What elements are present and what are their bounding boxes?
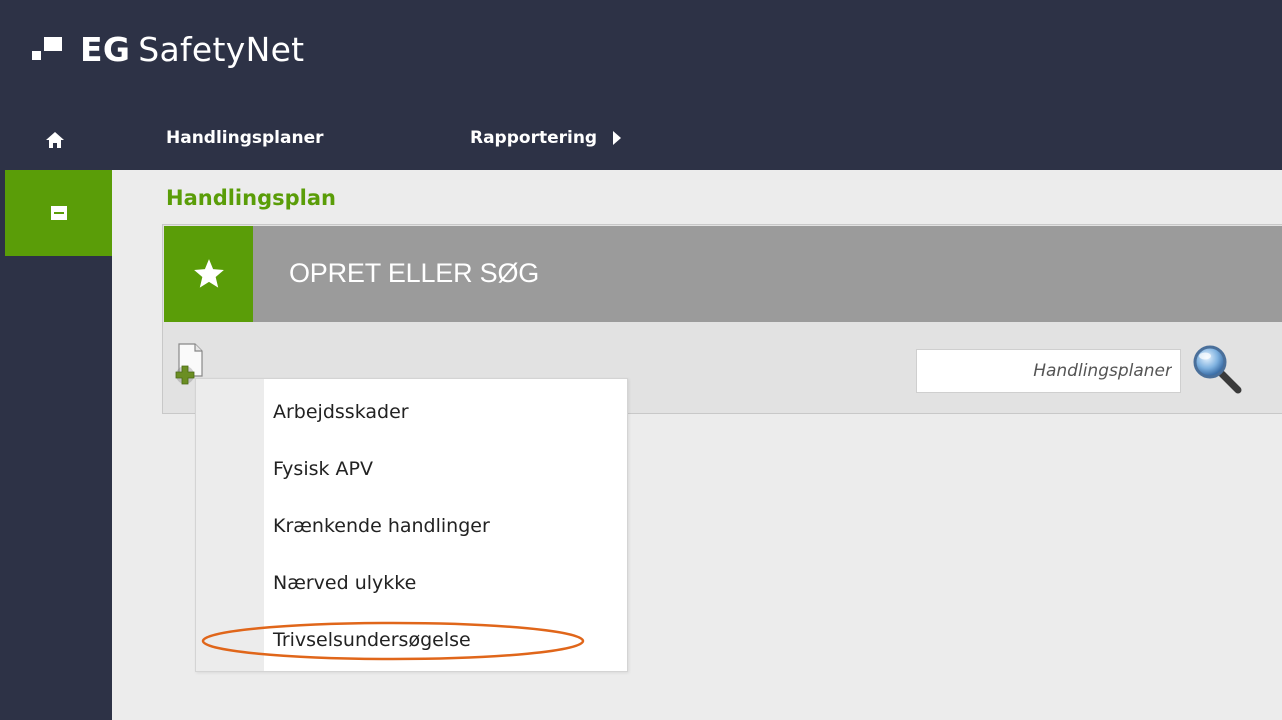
sidebar-item-handlingsplan[interactable] [5,170,112,256]
eg-logo-mark [30,33,70,65]
chevron-right-icon [613,131,622,145]
menu-item-trivselsundersoegelse[interactable]: Trivselsundersøgelse [273,629,471,651]
app-name: EG SafetyNet [80,29,305,69]
menu-item-naerved-ulykke[interactable]: Nærved ulykke [273,572,416,594]
star-icon [164,226,253,322]
menu-item-fysisk-apv[interactable]: Fysisk APV [273,458,373,480]
home-icon[interactable] [43,128,67,152]
nav-item-handlingsplaner[interactable]: Handlingsplaner [166,128,324,148]
search-input[interactable] [916,349,1181,393]
menu-item-kraenkende-handlinger[interactable]: Krænkende handlinger [273,515,490,537]
app-logo[interactable]: EG SafetyNet [30,24,304,74]
menu-item-arbejdsskader[interactable]: Arbejdsskader [273,401,409,423]
nav-label: Handlingsplaner [166,128,324,148]
list-icon [50,206,67,220]
magnifier-icon[interactable] [1186,340,1246,400]
nav-item-rapportering[interactable]: Rapportering [470,128,622,148]
nav-label: Rapportering [470,128,598,148]
panel-title: OPRET ELLER SØG [289,258,540,288]
menu-gutter [196,379,264,671]
page-title: Handlingsplan [166,186,336,210]
